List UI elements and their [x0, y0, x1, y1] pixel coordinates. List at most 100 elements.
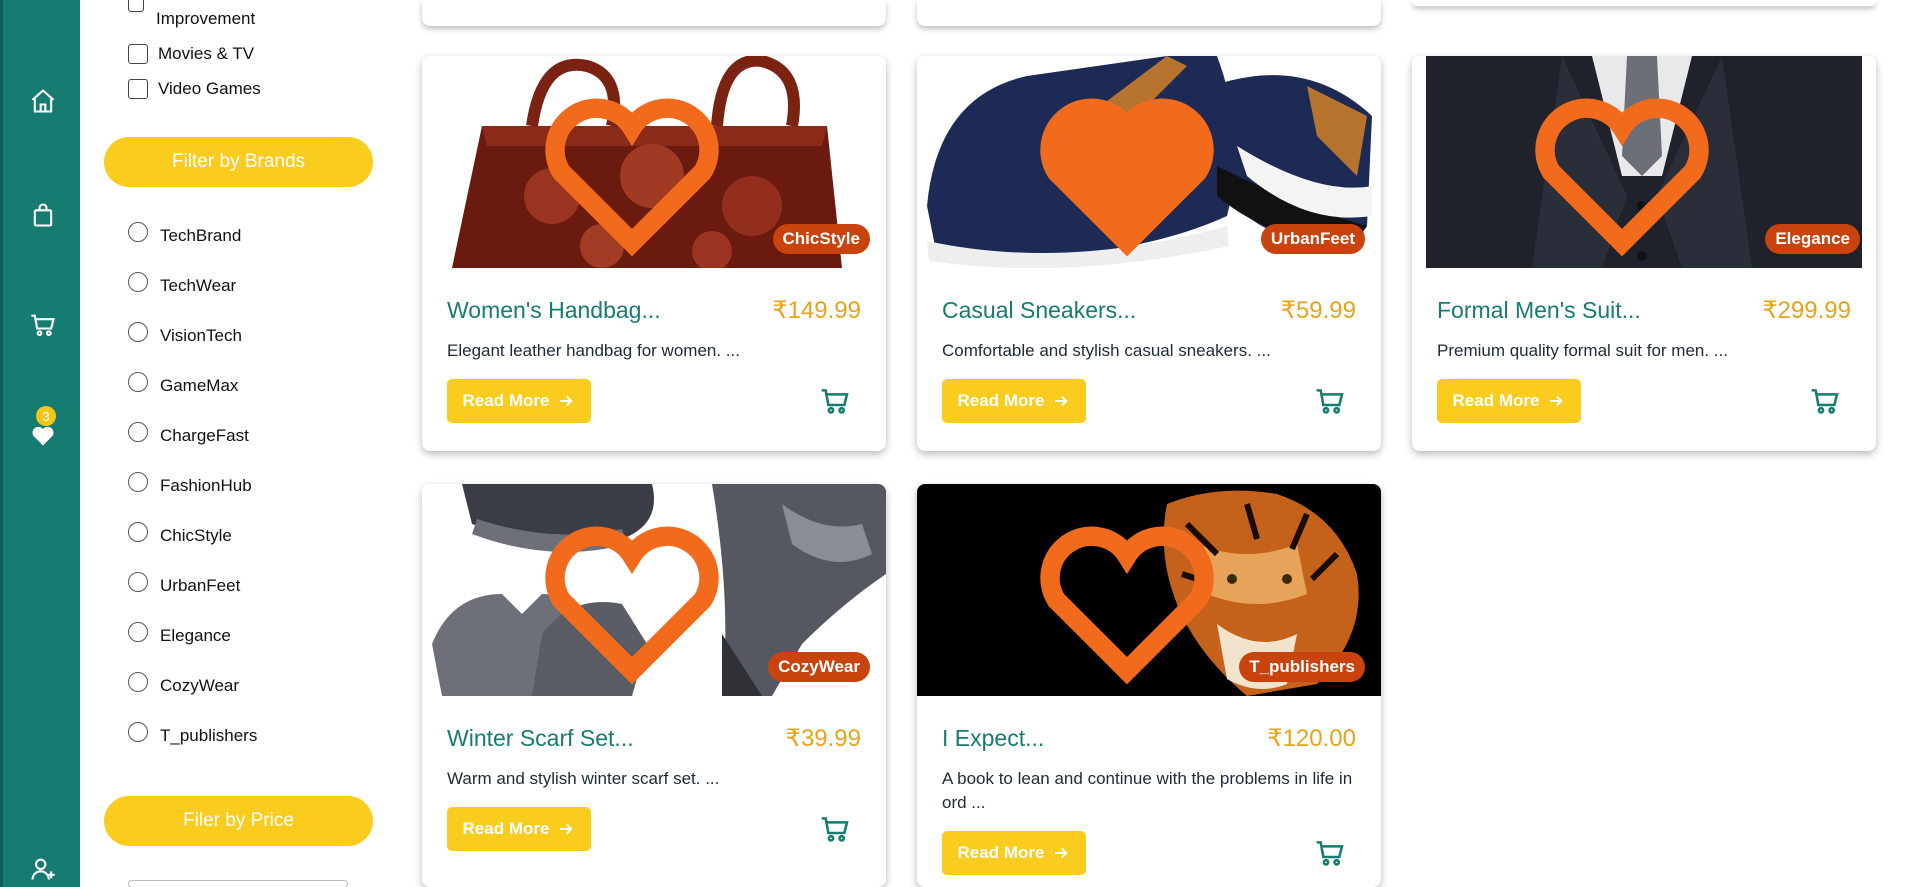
product-card[interactable]: ChicStyle Women's Handbag... ₹149.99 Ele…	[422, 56, 886, 451]
brand-radio[interactable]	[128, 672, 148, 692]
brand-radio[interactable]	[128, 572, 148, 592]
brand-tag: Elegance	[1765, 224, 1860, 254]
brand-label: UrbanFeet	[160, 576, 241, 595]
read-more-label: Read More	[957, 391, 1045, 410]
product-title: Casual Sneakers...	[942, 297, 1137, 323]
add-to-cart-icon[interactable]	[819, 813, 851, 845]
brand-label: Elegance	[160, 626, 231, 645]
add-to-cart-icon[interactable]	[1809, 385, 1841, 417]
brand-radio[interactable]	[128, 322, 148, 342]
brand-label: TechWear	[160, 276, 237, 295]
cart-icon	[31, 314, 55, 337]
read-more-button[interactable]: Read More	[942, 831, 1086, 875]
product-card[interactable]: UrbanFeet Casual Sneakers... ₹59.99 Comf…	[917, 56, 1381, 451]
category-label: Video Games	[158, 79, 261, 98]
brand-radio[interactable]	[128, 272, 148, 292]
brand-option[interactable]: CozyWear	[128, 672, 240, 696]
checkbox[interactable]	[128, 79, 148, 99]
add-to-cart-icon[interactable]	[1314, 837, 1346, 869]
filter-by-brands-button[interactable]: Filter by Brands	[104, 137, 373, 187]
add-to-cart-icon[interactable]	[1314, 385, 1346, 417]
product-grid: ChicStyle Women's Handbag... ₹149.99 Ele…	[400, 0, 1913, 887]
product-card[interactable]: Elegance Formal Men's Suit... ₹299.99 Pr…	[1412, 56, 1876, 451]
checkbox[interactable]	[128, 44, 148, 64]
product-price: ₹149.99	[772, 297, 861, 324]
orders-button[interactable]	[3, 190, 83, 240]
product-image[interactable]: Elegance	[1412, 56, 1876, 268]
add-to-cart-icon[interactable]	[819, 385, 851, 417]
home-button[interactable]	[3, 76, 83, 126]
brand-label: ChicStyle	[160, 526, 232, 545]
wishlist-count-badge: 3	[36, 406, 56, 426]
product-title: I Expect...	[942, 725, 1045, 751]
product-title: Women's Handbag...	[447, 297, 661, 323]
brand-option[interactable]: T_publishers	[128, 722, 257, 746]
category-label: Improvement	[156, 9, 256, 28]
brand-label: FashionHub	[160, 476, 252, 495]
brand-option[interactable]: UrbanFeet	[128, 572, 241, 596]
brand-option[interactable]: VisionTech	[128, 322, 242, 346]
product-price: ₹299.99	[1762, 297, 1851, 324]
product-image[interactable]: CozyWear	[422, 484, 886, 696]
product-description: Elegant leather handbag for women. ...	[447, 341, 740, 360]
product-description: Warm and stylish winter scarf set. ...	[447, 769, 720, 788]
brand-option[interactable]: GameMax	[128, 372, 239, 396]
product-card-partial	[422, 0, 886, 26]
product-price: ₹39.99	[785, 725, 861, 752]
price-range-slider[interactable]	[128, 880, 348, 887]
brand-option[interactable]: ChicStyle	[128, 522, 232, 546]
brand-option[interactable]: ChargeFast	[128, 422, 249, 446]
brand-label: TechBrand	[160, 226, 242, 245]
add-user-icon	[31, 858, 55, 880]
product-image[interactable]: ChicStyle	[422, 56, 886, 268]
read-more-label: Read More	[957, 843, 1045, 862]
brand-tag: CozyWear	[768, 652, 870, 682]
brand-radio[interactable]	[128, 472, 148, 492]
category-option-video-games[interactable]: Video Games	[128, 79, 261, 99]
brand-option[interactable]: TechWear	[128, 272, 237, 296]
brand-label: GameMax	[160, 376, 239, 395]
product-card[interactable]: T_publishers I Expect... ₹120.00 A book …	[917, 484, 1381, 887]
read-more-button[interactable]: Read More	[447, 379, 591, 423]
read-more-button[interactable]: Read More	[942, 379, 1086, 423]
product-card-partial	[1412, 0, 1876, 6]
read-more-button[interactable]: Read More	[447, 807, 591, 851]
brand-radio[interactable]	[128, 722, 148, 742]
brand-radio[interactable]	[128, 372, 148, 392]
arrow-right-icon	[560, 395, 574, 407]
read-more-button[interactable]: Read More	[1437, 379, 1581, 423]
home-icon	[31, 89, 55, 113]
category-checkbox-improvement[interactable]	[128, 0, 144, 12]
brand-label: VisionTech	[160, 326, 242, 345]
read-more-label: Read More	[462, 819, 550, 838]
cart-nav-button[interactable]	[3, 300, 83, 350]
product-price: ₹120.00	[1267, 725, 1356, 752]
arrow-right-icon	[1550, 395, 1564, 407]
brand-radio[interactable]	[128, 622, 148, 642]
product-title: Winter Scarf Set...	[447, 725, 634, 751]
brand-tag: ChicStyle	[772, 224, 870, 254]
product-card[interactable]: CozyWear Winter Scarf Set... ₹39.99 Warm…	[422, 484, 886, 887]
brand-radio[interactable]	[128, 222, 148, 242]
arrow-right-icon	[1055, 395, 1069, 407]
category-label: Movies & TV	[158, 44, 255, 63]
brand-option[interactable]: FashionHub	[128, 472, 252, 496]
brand-tag: T_publishers	[1239, 652, 1365, 682]
brand-option[interactable]: TechBrand	[128, 222, 242, 246]
product-image[interactable]: UrbanFeet	[917, 56, 1381, 268]
brand-tag: UrbanFeet	[1260, 224, 1365, 254]
brand-option[interactable]: Elegance	[128, 622, 231, 646]
product-description: Comfortable and stylish casual sneakers.…	[942, 341, 1271, 360]
brand-label: CozyWear	[160, 676, 240, 695]
product-image[interactable]: T_publishers	[917, 484, 1381, 696]
filter-by-price-button[interactable]: Filer by Price	[104, 796, 373, 846]
category-option-movies[interactable]: Movies & TV	[128, 44, 254, 64]
product-description: Premium quality formal suit for men. ...	[1437, 341, 1728, 360]
brand-radio[interactable]	[128, 522, 148, 542]
brand-radio[interactable]	[128, 422, 148, 442]
product-title: Formal Men's Suit...	[1437, 297, 1641, 323]
product-card-partial	[917, 0, 1381, 26]
account-button[interactable]	[3, 844, 83, 887]
brand-label: ChargeFast	[160, 426, 249, 445]
arrow-right-icon	[560, 823, 574, 835]
